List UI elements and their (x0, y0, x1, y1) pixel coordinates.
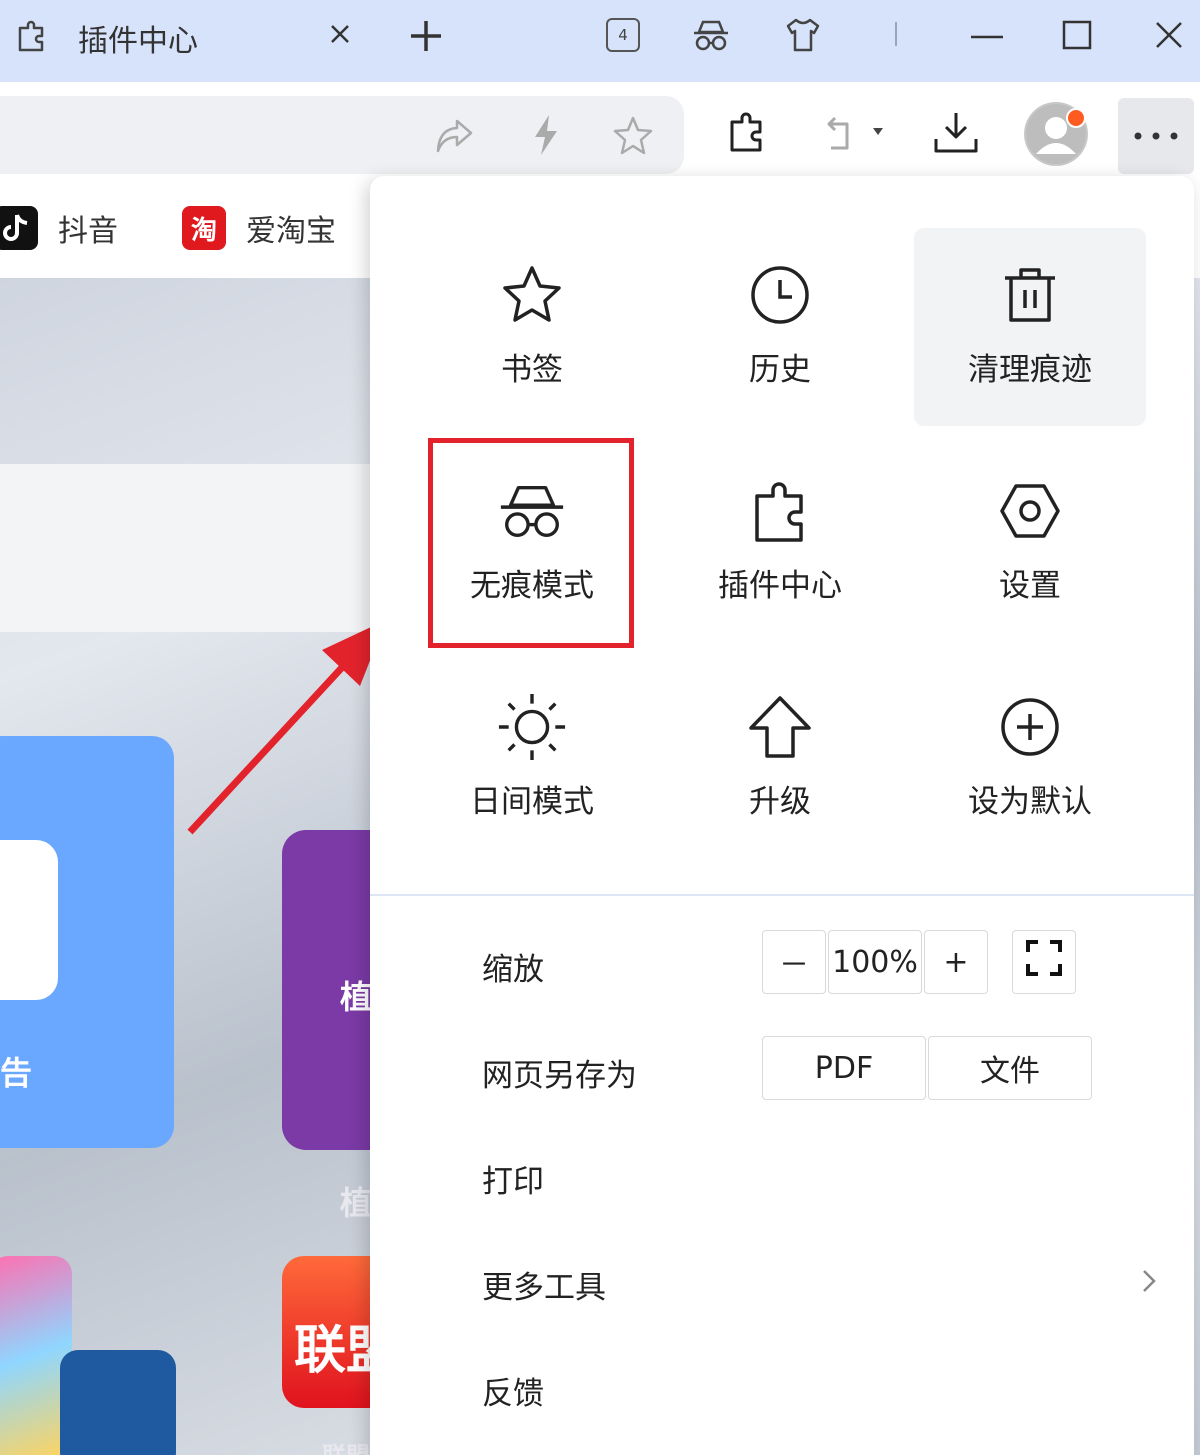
star-icon (497, 260, 567, 330)
menu-print[interactable]: 打印 (482, 1156, 544, 1201)
menu-feedback[interactable]: 反馈 (482, 1368, 544, 1413)
close-tab-icon[interactable] (322, 16, 358, 52)
lightning-icon[interactable] (522, 112, 568, 158)
save-file-button[interactable]: 文件 (928, 1036, 1092, 1100)
trash-icon (995, 260, 1065, 330)
menu-label: 清理痕迹 (968, 352, 1092, 388)
menu-settings[interactable]: 设置 (914, 444, 1146, 642)
bookmark-douyin[interactable]: 抖音 (0, 204, 118, 252)
fullscreen-button[interactable] (1012, 930, 1076, 994)
card-caption: 联盟 (322, 1436, 370, 1455)
card-caption: 植 (340, 1184, 373, 1222)
chevron-right-icon (1134, 1266, 1164, 1296)
menu-label: 升级 (749, 784, 811, 820)
minimize-icon[interactable] (964, 12, 1010, 58)
address-bar[interactable] (0, 96, 684, 174)
menu-extensions[interactable]: 插件中心 (664, 444, 896, 642)
settings-icon (995, 476, 1065, 546)
zoom-level: 100% (828, 930, 922, 994)
annotation-highlight-box (428, 438, 634, 648)
menu-set-default[interactable]: 设为默认 (914, 660, 1146, 858)
menu-label: 书签 (501, 352, 563, 388)
zoom-label: 缩放 (482, 952, 544, 988)
card-text: 植 (340, 978, 373, 1016)
taobao-icon: 淘 (182, 206, 226, 250)
menu-day-mode[interactable]: 日间模式 (416, 660, 648, 858)
navigation-toolbar (0, 82, 1200, 178)
puzzle-icon (14, 18, 50, 54)
zoom-out-button[interactable]: － (762, 930, 826, 994)
menu-clear-traces[interactable]: 清理痕迹 (914, 228, 1146, 426)
incognito-icon[interactable] (688, 12, 734, 58)
bookmark-label: 爱淘宝 (246, 214, 336, 249)
puzzle-icon (745, 476, 815, 546)
zoom-in-button[interactable]: + (924, 930, 988, 994)
extensions-puzzle-icon[interactable] (718, 102, 774, 162)
maximize-icon[interactable] (1054, 12, 1100, 58)
close-window-icon[interactable] (1146, 12, 1192, 58)
skin-shirt-icon[interactable] (780, 12, 826, 58)
menu-divider (370, 894, 1194, 896)
notification-dot (1066, 108, 1086, 128)
more-menu-button[interactable] (1118, 98, 1194, 174)
active-tab[interactable]: 插件中心 (0, 0, 380, 82)
toolbar-separator (895, 22, 897, 46)
app-card-icon (0, 840, 58, 1000)
favorite-star-icon[interactable] (610, 112, 656, 158)
undo-close-tab-icon[interactable] (818, 102, 894, 162)
fullscreen-icon (1024, 938, 1064, 986)
upgrade-arrow-icon (745, 692, 815, 762)
search-band (0, 464, 370, 632)
menu-label: 设为默认 (968, 784, 1092, 820)
menu-label: 历史 (749, 352, 811, 388)
menu-history[interactable]: 历史 (664, 228, 896, 426)
bookmark-aitaobao[interactable]: 淘 爱淘宝 (182, 204, 336, 252)
tab-count: 4 (606, 18, 640, 52)
menu-label: 插件中心 (718, 568, 842, 604)
menu-label: 日间模式 (470, 784, 594, 820)
download-icon[interactable] (928, 102, 984, 162)
title-bar: 插件中心 4 (0, 0, 1200, 82)
menu-upgrade[interactable]: 升级 (664, 660, 896, 858)
plus-circle-icon (995, 692, 1065, 762)
menu-more-tools[interactable]: 更多工具 (482, 1262, 606, 1307)
card-text: 告 (0, 1054, 33, 1092)
more-menu: 书签 历史 清理痕迹 无痕模式 插件中心 设置 日间模式 升级 设为默认 缩放 … (370, 176, 1194, 1455)
save-as-label: 网页另存为 (482, 1058, 637, 1094)
menu-label: 设置 (999, 568, 1061, 604)
tab-count-button[interactable]: 4 (600, 12, 646, 58)
sun-icon (497, 692, 567, 762)
clock-icon (745, 260, 815, 330)
tab-title: 插件中心 (78, 24, 198, 59)
douyin-icon (0, 206, 38, 250)
bookmark-label: 抖音 (58, 214, 118, 249)
save-pdf-button[interactable]: PDF (762, 1036, 926, 1100)
new-tab-button[interactable] (404, 14, 448, 58)
app-card[interactable] (60, 1350, 176, 1455)
share-icon[interactable] (432, 112, 478, 158)
menu-bookmarks[interactable]: 书签 (416, 228, 648, 426)
